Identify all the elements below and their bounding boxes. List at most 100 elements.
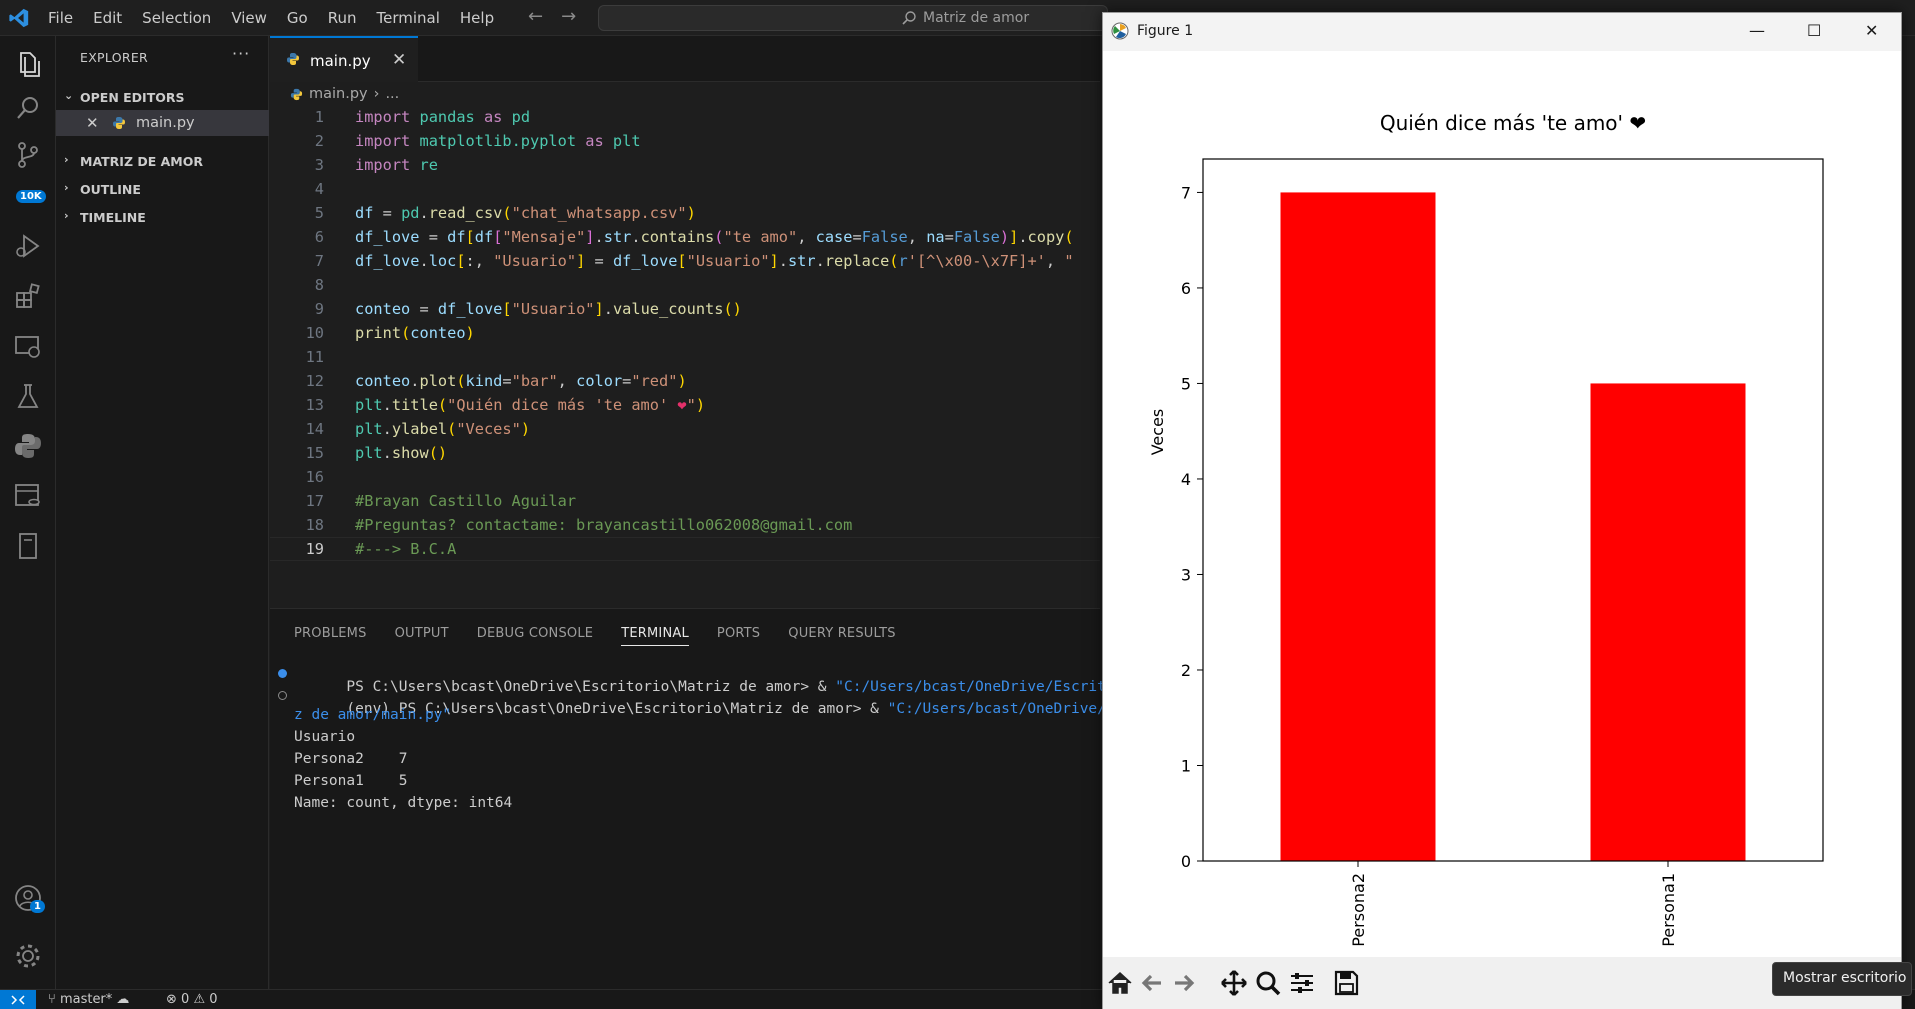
code-line: 8 (314, 276, 324, 294)
remote-indicator[interactable] (0, 990, 36, 1009)
menu-run[interactable]: Run (318, 9, 367, 27)
vscode-logo-icon (9, 8, 29, 28)
minimize-icon[interactable]: — (1749, 21, 1765, 40)
terminal-line: Usuario (294, 729, 356, 745)
y-tick-label: 1 (1181, 756, 1191, 775)
close-icon[interactable]: ✕ (86, 114, 99, 132)
y-axis-label: Veces (1148, 409, 1167, 456)
zoom-icon[interactable] (1253, 969, 1283, 997)
outline-section[interactable]: › OUTLINE (56, 178, 269, 200)
explorer-sidebar: EXPLORER ··· ⌄ OPEN EDITORS ✕ main.py › … (56, 36, 269, 989)
editor-tabs: main.py ✕ (270, 36, 1100, 82)
bar-chart: Quién dice más 'te amo' ❤ Veces 0 1 2 3 4 5 6 7… (1148, 111, 1824, 947)
command-center[interactable]: Matriz de amor (598, 5, 1108, 31)
code-line: 12 conteo.plot(kind="bar", color="red") (305, 372, 687, 390)
explorer-icon[interactable] (12, 48, 44, 80)
open-file-name: main.py (136, 115, 195, 131)
menu-help[interactable]: Help (450, 9, 504, 27)
code-line: 1 import pandas as pd (314, 108, 531, 126)
y-tick-label: 0 (1181, 852, 1191, 871)
x-axis-ticks: Persona2 Persona1 (1349, 861, 1678, 947)
remote-explorer-icon[interactable] (12, 330, 44, 362)
tab-query-results[interactable]: QUERY RESULTS (788, 626, 896, 646)
code-editor[interactable]: 1 import pandas as pd 2 import matplotlib.… (270, 108, 1100, 568)
tab-problems[interactable]: PROBLEMS (294, 626, 367, 646)
figure-window: Figure 1 — ☐ ✕ Quién dice más 'te amo' ❤… (1102, 12, 1902, 1009)
back-icon[interactable] (1137, 969, 1167, 997)
extensions-icon[interactable] (12, 280, 44, 312)
y-tick-label: 2 (1181, 661, 1191, 680)
bar-persona1 (1590, 383, 1746, 861)
code-line: 14 plt.ylabel("Veces") (305, 420, 531, 438)
accounts-badge: 1 (30, 900, 45, 913)
menu-selection[interactable]: Selection (132, 9, 221, 27)
show-desktop-tooltip: Mostrar escritorio (1772, 962, 1912, 996)
open-editors-section[interactable]: ⌄ OPEN EDITORS (56, 86, 269, 108)
code-line: 16 (305, 468, 324, 486)
y-axis-ticks: 0 1 2 3 4 5 6 7 (1181, 183, 1203, 871)
back-arrow-icon[interactable]: ← (528, 6, 543, 27)
open-editor-item[interactable]: ✕ main.py (56, 110, 269, 136)
tab-terminal[interactable]: TERMINAL (621, 626, 689, 646)
tab-debug-console[interactable]: DEBUG CONSOLE (477, 626, 593, 646)
command-success-icon (278, 669, 287, 678)
tab-main-py[interactable]: main.py ✕ (270, 36, 418, 82)
menu-view[interactable]: View (221, 9, 277, 27)
breadcrumb: main.py › ... (290, 86, 399, 102)
maximize-icon[interactable]: ☐ (1807, 21, 1821, 40)
source-control-icon[interactable] (12, 140, 44, 172)
y-tick-label: 7 (1181, 183, 1191, 202)
terminal-line: z de amor/main.py" (294, 707, 452, 723)
menu-go[interactable]: Go (277, 9, 318, 27)
terminal-line: Persona2 7 (294, 751, 408, 767)
menu-edit[interactable]: Edit (83, 9, 132, 27)
home-icon[interactable] (1105, 969, 1135, 997)
chevron-down-icon: ⌄ (64, 89, 74, 102)
terminal-line: (env) PS C:\Users\bcast\OneDrive\Escrito… (278, 685, 1132, 717)
tab-output[interactable]: OUTPUT (395, 626, 449, 646)
code-line: 3 import re (314, 156, 438, 174)
timeline-section[interactable]: › TIMELINE (56, 206, 269, 228)
breadcrumb-separator-icon: › (373, 86, 380, 102)
command-center-label: Matriz de amor (923, 10, 1030, 26)
chevron-right-icon: › (64, 209, 69, 222)
close-icon[interactable]: ✕ (1865, 21, 1878, 40)
search-icon (902, 11, 916, 25)
forward-icon[interactable] (1169, 969, 1199, 997)
more-actions-icon[interactable]: ··· (232, 44, 250, 63)
breadcrumb-symbol[interactable]: ... (385, 86, 399, 102)
search-icon[interactable] (12, 92, 44, 124)
code-line-current: 19 #---> B.C.A (305, 540, 457, 558)
notebook-icon[interactable] (12, 530, 44, 562)
tab-ports[interactable]: PORTS (717, 626, 760, 646)
y-tick-label: 6 (1181, 279, 1191, 298)
gear-icon[interactable] (12, 940, 44, 972)
scm-badge: 10K (16, 190, 46, 203)
terminal-line: PS C:\Users\bcast\OneDrive\Escritorio\Ma… (278, 663, 1132, 695)
terminal-line: Persona1 5 (294, 773, 408, 789)
project-folder-section[interactable]: › MATRIZ DE AMOR (56, 150, 269, 172)
problems-indicator[interactable]: ⊗ 0 ⚠ 0 (166, 992, 218, 1007)
menu-file[interactable]: File (38, 9, 83, 27)
code-line: 15 plt.show() (305, 444, 448, 462)
testing-icon[interactable] (12, 380, 44, 412)
forward-arrow-icon[interactable]: → (561, 6, 576, 27)
save-icon[interactable] (1331, 969, 1361, 997)
python-icon[interactable] (12, 430, 44, 462)
breadcrumb-file[interactable]: main.py (309, 86, 368, 102)
code-line: 13 plt.title("Quién dice más 'te amo' ❤") (305, 396, 706, 414)
database-icon[interactable] (12, 480, 44, 512)
pan-icon[interactable] (1219, 969, 1249, 997)
y-tick-label: 3 (1181, 565, 1191, 584)
close-icon[interactable]: ✕ (392, 50, 406, 70)
code-line: 11 (305, 348, 324, 366)
command-pending-icon (278, 691, 287, 700)
code-line: 4 (314, 180, 324, 198)
configure-subplots-icon[interactable] (1287, 969, 1317, 997)
open-editors-label: OPEN EDITORS (80, 90, 185, 105)
menu-terminal[interactable]: Terminal (367, 9, 450, 27)
run-debug-icon[interactable] (12, 230, 44, 262)
x-tick-label: Persona2 (1349, 873, 1368, 947)
outline-label: OUTLINE (80, 182, 141, 197)
branch-indicator[interactable]: ⑂ master* ☁ (48, 992, 129, 1007)
